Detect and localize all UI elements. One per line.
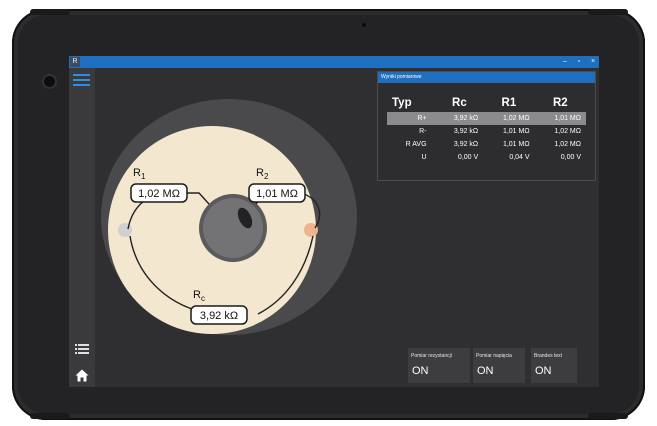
table-cell: 1,02 MΩ xyxy=(483,112,535,125)
tablet-bumper-bottom-left xyxy=(30,413,70,419)
table-row[interactable]: R+ 3,92 kΩ 1,02 MΩ 1,01 MΩ xyxy=(387,112,586,125)
table-cell: 3,92 kΩ xyxy=(435,112,484,125)
sidebar xyxy=(69,68,95,387)
table-cell: 0,04 V xyxy=(509,154,530,161)
tile-value: ON xyxy=(412,365,429,377)
table-cell: 1,01 MΩ xyxy=(502,128,530,135)
table-cell: R- xyxy=(419,128,427,135)
r2-value: 1,01 MΩ xyxy=(256,188,298,200)
left-terminal xyxy=(118,223,132,237)
header-rc: Rc xyxy=(452,97,467,109)
results-header-row: Typ Rc R1 R2 xyxy=(387,94,586,112)
sensor-dot xyxy=(362,23,366,27)
connector-diagram: R1 1,02 MΩ R2 1,01 MΩ Rc 3,92 kΩ xyxy=(101,99,357,335)
tablet-bumper-top-left xyxy=(30,9,70,15)
tile-brandes-text[interactable]: Brandes text ON xyxy=(531,348,577,383)
table-cell: R AVG xyxy=(405,141,427,148)
tile-value: ON xyxy=(535,365,552,377)
tile-label: Pomiar rezystancji xyxy=(411,353,452,359)
table-cell: 3,92 kΩ xyxy=(453,128,479,135)
title-bar: R – ▫ × xyxy=(69,56,599,68)
camera-icon xyxy=(44,76,55,87)
tile-label: Pomiar napięcia xyxy=(476,353,512,359)
table-cell: 3,92 kΩ xyxy=(453,141,479,148)
minimize-button[interactable]: – xyxy=(559,56,571,68)
tablet-bumper-bottom-right xyxy=(588,413,628,419)
close-button[interactable]: × xyxy=(587,56,599,68)
table-cell: 0,00 V xyxy=(457,154,479,161)
hamburger-icon[interactable] xyxy=(73,74,90,86)
connector-core xyxy=(203,198,263,258)
table-cell: 1,02 MΩ xyxy=(554,128,581,135)
header-r1: R1 xyxy=(501,97,517,109)
table-cell: 1,02 MΩ xyxy=(554,141,581,148)
tile-voltage-measurement[interactable]: Pomiar napięcia ON xyxy=(473,348,525,383)
tablet-bumper-top-right xyxy=(588,9,628,15)
results-panel: Wyniki pomiarowe Typ Rc R1 R2 R+ 3,92 kΩ… xyxy=(378,72,595,180)
table-row[interactable]: R- 3,92 kΩ 1,01 MΩ 1,02 MΩ xyxy=(387,125,586,138)
table-row[interactable]: U 0,00 V 0,04 V 0,00 V xyxy=(387,151,586,164)
table-row[interactable]: R AVG 3,92 kΩ 1,01 MΩ 1,02 MΩ xyxy=(387,138,586,151)
home-icon[interactable] xyxy=(75,369,89,382)
table-cell: 1,01 MΩ xyxy=(534,112,586,125)
right-terminal xyxy=(304,223,318,237)
app-icon: R xyxy=(70,57,80,67)
results-table: Typ Rc R1 R2 R+ 3,92 kΩ 1,02 MΩ 1,01 MΩ … xyxy=(387,94,586,164)
tile-resistance-measurement[interactable]: Pomiar rezystancji ON xyxy=(408,348,470,383)
header-r2: R2 xyxy=(552,97,568,109)
r1-value: 1,02 MΩ xyxy=(138,188,180,200)
table-cell: 0,00 V xyxy=(560,154,581,161)
tile-value: ON xyxy=(477,365,494,377)
table-cell: U xyxy=(421,154,427,161)
tile-label: Brandes text xyxy=(534,353,563,359)
results-panel-title: Wyniki pomiarowe xyxy=(378,72,595,83)
table-cell: R+ xyxy=(387,112,436,125)
app-screen: R – ▫ × R1 1,02 MΩ R2 1,01 MΩ Rc 3,92 kΩ… xyxy=(69,56,599,387)
rc-value: 3,92 kΩ xyxy=(200,310,238,322)
header-typ: Typ xyxy=(392,97,412,109)
maximize-button[interactable]: ▫ xyxy=(573,56,585,68)
table-cell: 1,01 MΩ xyxy=(502,141,530,148)
list-icon[interactable] xyxy=(75,344,89,354)
